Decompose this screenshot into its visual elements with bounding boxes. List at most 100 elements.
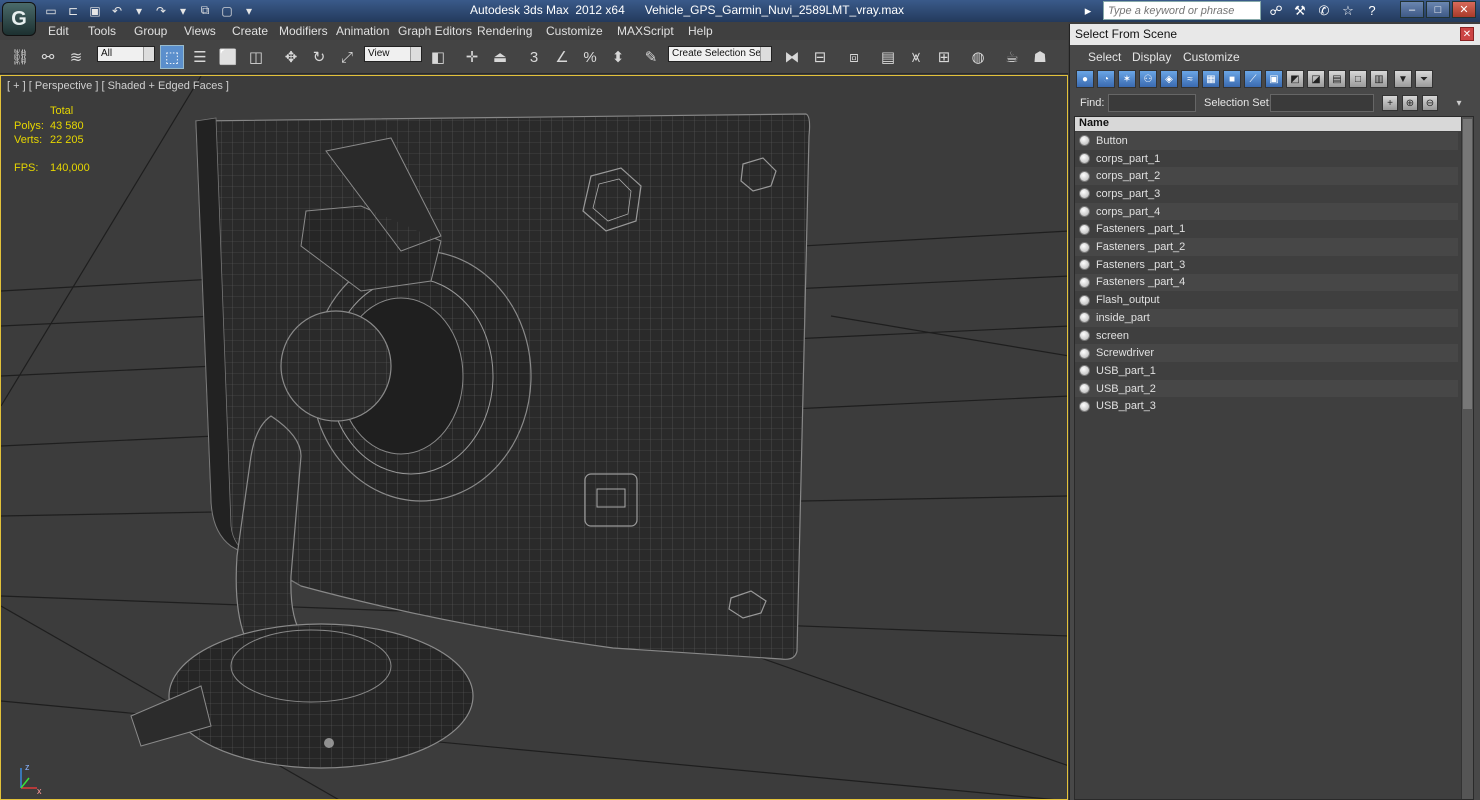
- select-invert-icon[interactable]: ▥: [1370, 70, 1388, 88]
- dialog-menu-customize[interactable]: Customize: [1183, 50, 1240, 64]
- menu-help[interactable]: Help: [688, 24, 713, 38]
- keyboard-shortcut-icon[interactable]: ⏏: [488, 45, 512, 69]
- display-xrefs-icon[interactable]: ■: [1223, 70, 1241, 88]
- favorites-star-icon[interactable]: ☆: [1339, 2, 1357, 20]
- keyword-search-input[interactable]: [1103, 1, 1261, 20]
- snaps-toggle-icon[interactable]: 3: [522, 45, 546, 69]
- menu-customize[interactable]: Customize: [546, 24, 603, 38]
- perspective-viewport[interactable]: z x [ + ] [ Perspective ] [ Shaded + Edg…: [0, 75, 1068, 800]
- menu-tools[interactable]: Tools: [88, 24, 116, 38]
- rectangular-region-icon[interactable]: ⬜: [216, 45, 240, 69]
- schematic-view-icon[interactable]: ⊞: [932, 45, 956, 69]
- list-item[interactable]: Fasteners _part_2: [1075, 238, 1458, 256]
- mirror-icon[interactable]: ⧓: [780, 45, 804, 69]
- dropdown-arrow-icon[interactable]: ▾: [174, 2, 192, 19]
- list-item[interactable]: Screwdriver: [1075, 344, 1458, 363]
- list-item[interactable]: Fasteners _part_1: [1075, 220, 1458, 239]
- display-helpers-icon[interactable]: ◈: [1160, 70, 1178, 88]
- scale-icon[interactable]: ⤢: [335, 45, 359, 69]
- bind-space-warp-icon[interactable]: ≋: [64, 45, 88, 69]
- pivot-center-icon[interactable]: ◧: [426, 45, 450, 69]
- name-column-header[interactable]: Name: [1075, 117, 1461, 131]
- display-frozen-icon[interactable]: ◩: [1286, 70, 1304, 88]
- undo-icon[interactable]: ↶: [108, 2, 126, 19]
- save-icon[interactable]: ▣: [86, 2, 104, 19]
- window-crossing-icon[interactable]: ◫: [244, 45, 268, 69]
- menu-maxscript[interactable]: MAXScript: [617, 24, 674, 38]
- menu-group[interactable]: Group: [134, 24, 167, 38]
- render-production-icon[interactable]: ☗: [1028, 45, 1052, 69]
- workspace-icon[interactable]: ▢: [218, 2, 236, 19]
- percent-snap-icon[interactable]: %: [578, 45, 602, 69]
- list-item[interactable]: screen: [1075, 326, 1458, 345]
- link-icon[interactable]: ⛓: [8, 45, 32, 69]
- display-lights-icon[interactable]: ✶: [1118, 70, 1136, 88]
- display-groups-icon[interactable]: ▦: [1202, 70, 1220, 88]
- open-file-icon[interactable]: ⊏: [64, 2, 82, 19]
- collapse-arrow-icon[interactable]: ▾: [1452, 96, 1466, 110]
- menu-graph-editors[interactable]: Graph Editors: [398, 24, 472, 38]
- filter-icon[interactable]: ▼: [1394, 70, 1412, 88]
- close-button[interactable]: ✕: [1452, 1, 1476, 18]
- select-none-icon[interactable]: □: [1349, 70, 1367, 88]
- customize-toolbar-icon[interactable]: ▾: [240, 2, 258, 19]
- list-item[interactable]: Flash_output: [1075, 291, 1458, 309]
- reference-coord-dropdown[interactable]: View: [364, 46, 422, 62]
- move-icon[interactable]: ✥: [279, 45, 303, 69]
- list-item[interactable]: Fasteners _part_3: [1075, 255, 1458, 274]
- list-scrollbar[interactable]: [1461, 117, 1473, 799]
- selection-filter-dropdown[interactable]: All: [97, 46, 155, 62]
- curve-editor-icon[interactable]: ⩙: [904, 45, 928, 69]
- list-item[interactable]: USB_part_1: [1075, 362, 1458, 380]
- dialog-menu-display[interactable]: Display: [1132, 50, 1171, 64]
- material-editor-icon[interactable]: ◍: [966, 45, 990, 69]
- list-item[interactable]: USB_part_3: [1075, 397, 1458, 416]
- menu-edit[interactable]: Edit: [48, 24, 69, 38]
- menu-create[interactable]: Create: [232, 24, 268, 38]
- dialog-menu-select[interactable]: Select: [1088, 50, 1121, 64]
- app-logo-icon[interactable]: G: [2, 2, 36, 36]
- help-icon[interactable]: ?: [1363, 2, 1381, 20]
- display-shapes-icon[interactable]: ◔: [1097, 70, 1115, 88]
- add-to-selection-set-icon[interactable]: ⊕: [1402, 95, 1418, 111]
- subscription-icon[interactable]: ⚒: [1291, 2, 1309, 20]
- filter-options-icon[interactable]: ⏷: [1415, 70, 1433, 88]
- list-item[interactable]: corps_part_3: [1075, 185, 1458, 203]
- communication-icon[interactable]: ✆: [1315, 2, 1333, 20]
- menu-views[interactable]: Views: [184, 24, 216, 38]
- list-item[interactable]: corps_part_2: [1075, 167, 1458, 186]
- display-cameras-icon[interactable]: ⚇: [1139, 70, 1157, 88]
- display-hidden-icon[interactable]: ◪: [1307, 70, 1325, 88]
- render-setup-icon[interactable]: ☕: [1000, 45, 1024, 69]
- list-item[interactable]: corps_part_4: [1075, 202, 1458, 221]
- align-icon[interactable]: ⊟: [808, 45, 832, 69]
- select-manipulate-icon[interactable]: ✛: [460, 45, 484, 69]
- select-all-icon[interactable]: ▤: [1328, 70, 1346, 88]
- list-item[interactable]: USB_part_2: [1075, 379, 1458, 398]
- scene-object-list[interactable]: Name Button corps_part_1 corps_part_2 corps…: [1074, 116, 1474, 800]
- menu-animation[interactable]: Animation: [336, 24, 389, 38]
- minimize-button[interactable]: –: [1400, 1, 1424, 18]
- find-input[interactable]: [1108, 94, 1196, 112]
- select-by-name-icon[interactable]: ☰: [188, 45, 212, 69]
- maximize-button[interactable]: □: [1426, 1, 1450, 18]
- binoculars-icon[interactable]: ☍: [1267, 2, 1285, 20]
- unlink-icon[interactable]: ⚯: [36, 45, 60, 69]
- remove-from-selection-set-icon[interactable]: ⊖: [1422, 95, 1438, 111]
- create-selection-set-icon[interactable]: +: [1382, 95, 1398, 111]
- redo-icon[interactable]: ↷: [152, 2, 170, 19]
- expand-arrow-icon[interactable]: ▸: [1079, 2, 1097, 20]
- viewport-label[interactable]: [ + ] [ Perspective ] [ Shaded + Edged F…: [7, 80, 229, 92]
- rotate-icon[interactable]: ↻: [307, 45, 331, 69]
- dropdown-arrow-icon[interactable]: ▾: [130, 2, 148, 19]
- menu-rendering[interactable]: Rendering: [477, 24, 532, 38]
- display-geometry-icon[interactable]: ●: [1076, 70, 1094, 88]
- selection-set-dropdown[interactable]: [1270, 94, 1374, 112]
- graphite-ribbon-icon[interactable]: ▤: [876, 45, 900, 69]
- list-item[interactable]: corps_part_1: [1075, 149, 1458, 168]
- display-bones-icon[interactable]: ⟋: [1244, 70, 1262, 88]
- project-folder-icon[interactable]: ⧉: [196, 2, 214, 19]
- named-selection-dropdown[interactable]: Create Selection Se: [668, 46, 772, 62]
- select-object-icon[interactable]: ⬚: [160, 45, 184, 69]
- edit-named-selection-icon[interactable]: ✎: [639, 45, 663, 69]
